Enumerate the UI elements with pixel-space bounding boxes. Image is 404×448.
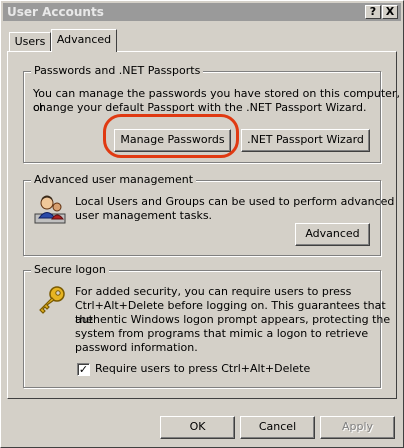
users-icon [33,192,67,226]
tab-users[interactable]: Users [9,32,51,51]
secure-description-line1: For added security, you can require user… [75,285,352,298]
window-title: User Accounts [7,5,104,19]
passwords-description-line2: change your default Passport with the .N… [33,101,367,114]
ok-button[interactable]: OK [160,416,235,439]
net-passport-wizard-button[interactable]: .NET Passport Wizard [241,129,370,152]
help-button[interactable]: ? [365,5,381,19]
apply-button[interactable]: Apply [320,416,395,439]
title-bar[interactable]: User Accounts ? X [3,3,401,21]
secure-description-line5: password information. [75,341,198,354]
key-icon [35,285,67,317]
manage-passwords-button[interactable]: Manage Passwords [114,129,231,152]
user-accounts-dialog: User Accounts ? X Users Advanced Passwor… [0,0,404,448]
advanced-description-line2: user management tasks. [75,209,213,222]
cancel-button[interactable]: Cancel [240,416,315,439]
close-button[interactable]: X [382,5,398,19]
tab-advanced[interactable]: Advanced [51,29,117,52]
secure-description-line3: authentic Windows logon prompt appears, … [75,313,391,326]
secure-logon-legend: Secure logon [31,263,109,277]
ctrl-alt-delete-label[interactable]: Require users to press Ctrl+Alt+Delete [95,362,310,376]
advanced-description-line1: Local Users and Groups can be used to pe… [75,195,395,208]
advanced-button[interactable]: Advanced [295,223,370,246]
ctrl-alt-delete-checkbox[interactable]: ✓ [77,363,90,376]
secure-description-line4: system from programs that mimic a logon … [75,327,369,340]
advanced-group-legend: Advanced user management [31,173,197,187]
passwords-group-legend: Passwords and .NET Passports [31,64,204,78]
